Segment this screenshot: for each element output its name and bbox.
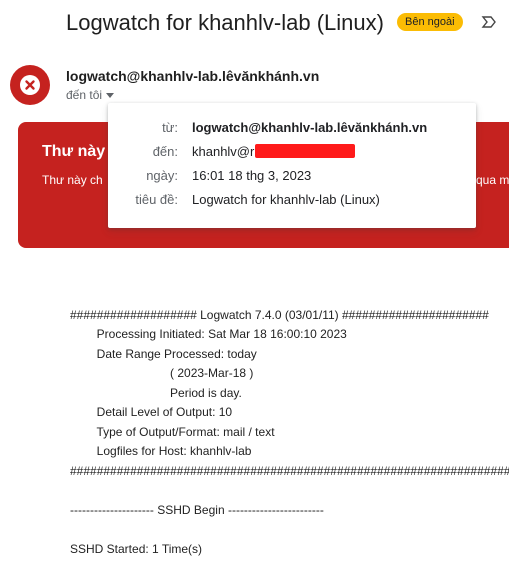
sender-address[interactable]: logwatch@khanhlv-lab.lêvănkhánh.vn [66, 68, 319, 84]
message-details-popup: từ: logwatch@khanhlv-lab.lêvănkhánh.vn đ… [108, 103, 476, 228]
body-line: Type of Output/Format: mail / text [70, 424, 275, 439]
body-line: ​ [70, 520, 509, 540]
detail-from-row: từ: logwatch@khanhlv-lab.lêvănkhánh.vn [108, 120, 476, 140]
body-line: Date Range Processed: today [70, 346, 257, 361]
subject-label: tiêu đề: [135, 192, 178, 207]
to-label: đến: [152, 144, 178, 159]
body-line: --------------------- SSHD Begin -------… [70, 502, 324, 517]
body-line: ########################################… [70, 463, 509, 478]
warning-text-right: qua mọ [476, 173, 509, 187]
email-subject: Logwatch for khanhlv-lab (Linux) [66, 10, 384, 35]
date-value: 16:01 18 thg 3, 2023 [192, 168, 312, 183]
body-line: Logfiles for Host: khanhlv-lab [70, 444, 252, 458]
external-badge[interactable]: Bên ngoài [397, 13, 463, 31]
detail-to-row: đến: khanhlv@r [108, 144, 476, 164]
label-icon[interactable] [481, 14, 497, 30]
to-value-wrap[interactable]: khanhlv@r [192, 144, 356, 159]
sender-avatar[interactable] [10, 65, 50, 105]
recipient-toggle[interactable]: đến tôi [66, 88, 115, 102]
body-line: ################### Logwatch 7.4.0 (03/0… [70, 307, 489, 322]
warning-text: Thư này ch [42, 173, 103, 187]
detail-date-row: ngày: 16:01 18 thg 3, 2023 [108, 168, 476, 188]
subject-value: Logwatch for khanhlv-lab (Linux) [192, 192, 380, 207]
redaction-block [255, 144, 356, 158]
email-body: ################### Logwatch 7.4.0 (03/0… [70, 286, 509, 579]
body-line: ( 2023-Mar-18 ) [70, 366, 254, 380]
from-label: từ: [162, 120, 178, 135]
date-label: ngày: [146, 168, 178, 183]
detail-subject-row: tiêu đề: Logwatch for khanhlv-lab (Linux… [108, 192, 476, 212]
body-line: Detail Level of Output: 10 [70, 405, 233, 419]
recipient-label: đến tôi [66, 88, 103, 102]
warning-icon [20, 75, 40, 95]
chevron-down-icon[interactable] [106, 93, 115, 99]
to-value: khanhlv@r [192, 144, 255, 159]
body-line: Period is day. [70, 385, 242, 400]
body-line: Processing Initiated: Sat Mar 18 16:00:1… [70, 327, 347, 341]
body-line: SSHD Started: 1 Time(s) [70, 541, 203, 556]
body-line: ​ [70, 481, 509, 501]
from-value[interactable]: logwatch@khanhlv-lab.lêvănkhánh.vn [192, 120, 427, 135]
